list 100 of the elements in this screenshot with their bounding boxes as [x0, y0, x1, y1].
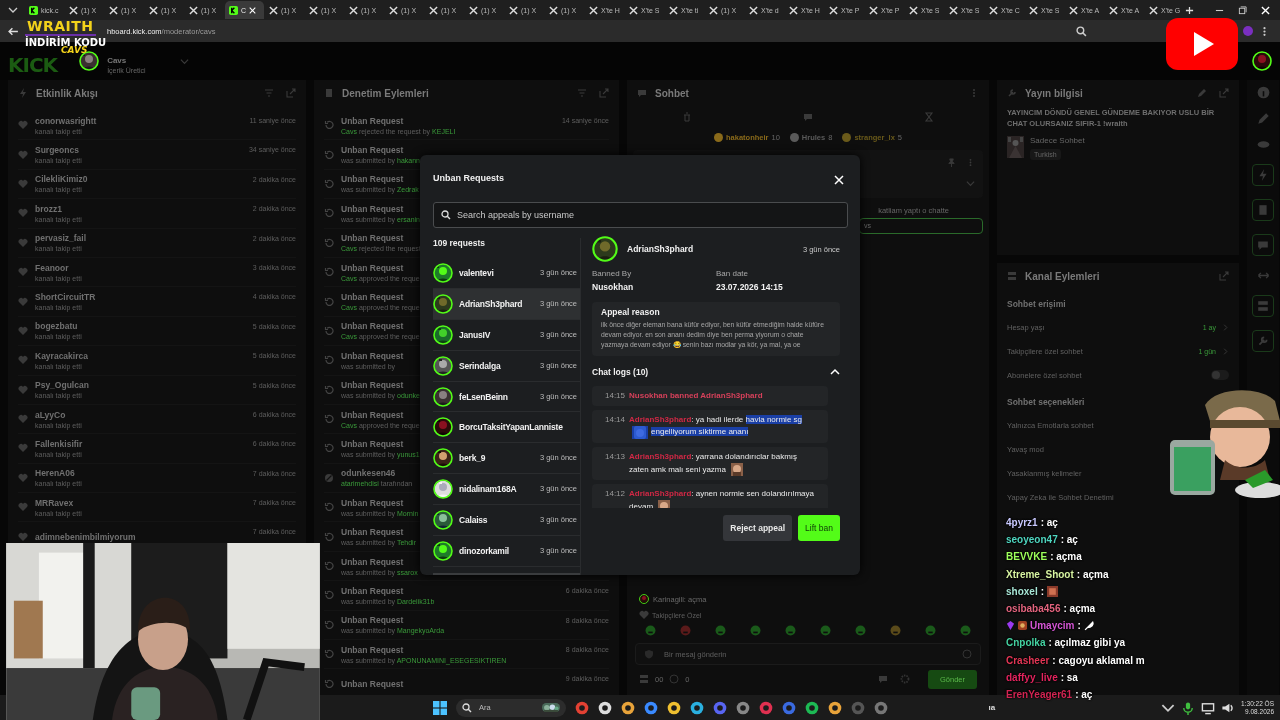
x-logo-icon	[669, 5, 678, 15]
emote-icon[interactable]	[715, 624, 726, 636]
x-logo-icon	[269, 5, 278, 15]
settings-icon[interactable]	[899, 674, 910, 684]
request-item[interactable]: BorcuTaksitYapanLanniste	[433, 412, 580, 444]
app-icon[interactable]	[690, 700, 704, 715]
chevron-right-icon[interactable]	[1222, 323, 1229, 331]
reject-button[interactable]: Reject appeal	[723, 514, 793, 541]
category-name[interactable]: Sadece Sohbet	[1030, 135, 1085, 145]
app-icon[interactable]	[805, 700, 819, 715]
field-label: Ban date	[716, 269, 750, 278]
chat-username: 4pyrz1	[1006, 517, 1038, 529]
close-icon[interactable]	[249, 6, 257, 14]
popout-icon[interactable]	[1219, 271, 1229, 281]
follower-name: Feanoor	[35, 262, 70, 273]
trash-icon[interactable]	[682, 112, 693, 122]
log-time: 14:14	[605, 413, 626, 426]
action-title: Unban Request	[341, 321, 405, 332]
heart-icon	[18, 384, 28, 395]
chat-icon[interactable]	[877, 674, 888, 684]
windows-logo-icon[interactable]	[433, 700, 447, 715]
username: JanusIV	[459, 329, 491, 340]
edit-icon[interactable]	[1256, 112, 1270, 125]
new-tab-icon[interactable]	[1185, 5, 1194, 15]
points-icon	[639, 674, 649, 684]
search-icon	[441, 210, 451, 220]
emote-icon[interactable]	[820, 624, 831, 636]
app-icon[interactable]	[828, 700, 842, 715]
chat-message: : açma	[1050, 551, 1082, 563]
emote-icon[interactable]	[960, 624, 971, 636]
undo-icon	[324, 296, 334, 307]
promo-code: CAVS	[61, 46, 88, 55]
bolt-icon[interactable]	[1252, 164, 1274, 186]
action-title: Unban Request	[341, 678, 404, 689]
chevron-right-icon[interactable]	[1222, 347, 1229, 355]
hourglass-icon[interactable]	[923, 112, 934, 122]
follower-name: Fallenkisifir	[35, 439, 83, 449]
edit-icon[interactable]	[1197, 88, 1207, 98]
section-heading: Chat logs (10)	[592, 366, 649, 377]
app-icon[interactable]	[644, 700, 658, 715]
popout-icon[interactable]	[286, 88, 296, 98]
tab-list-icon[interactable]	[8, 5, 18, 15]
appeal-label: Appeal reason	[601, 307, 661, 317]
action-title: Unban Request	[341, 174, 405, 185]
x-logo-icon	[1109, 5, 1118, 15]
app-icon[interactable]	[621, 700, 635, 715]
emote-icon[interactable]	[750, 624, 761, 636]
emoji-icon[interactable]	[962, 649, 972, 659]
action-title: Unban Request	[341, 145, 405, 156]
heart-icon	[18, 414, 28, 425]
emote-icon[interactable]	[890, 624, 901, 636]
chat-message: : açılmaz gibi ya	[1048, 637, 1126, 649]
username: BorcuTaksitYapanLanniste	[459, 422, 563, 433]
stack-icon[interactable]	[1252, 295, 1274, 317]
emote-icon[interactable]	[855, 624, 866, 636]
doc-icon	[324, 88, 334, 98]
popout-icon[interactable]	[1219, 88, 1229, 98]
x-logo-icon	[389, 5, 398, 15]
chat-icon[interactable]	[1252, 234, 1274, 256]
chat-username: Umaycim	[1030, 620, 1075, 632]
chat-username: ErenYeager61	[1006, 688, 1073, 700]
chevron-down-icon[interactable]	[179, 56, 189, 66]
restore-icon[interactable]	[1238, 5, 1247, 15]
microphone-icon[interactable]	[1181, 700, 1196, 715]
info-icon[interactable]	[1256, 86, 1270, 99]
lift-ban-button[interactable]: Lift ban	[798, 514, 840, 541]
search-field[interactable]: Search appeals by username	[455, 209, 840, 221]
eye-icon[interactable]	[1256, 138, 1270, 151]
toggle-switch[interactable]	[1211, 370, 1229, 380]
feather-icon	[1083, 620, 1095, 632]
emote-icon[interactable]	[785, 624, 796, 636]
x-logo-icon	[549, 5, 558, 15]
document-icon[interactable]	[1252, 199, 1274, 221]
chevron-down-icon[interactable]	[966, 179, 975, 188]
popout-icon[interactable]	[599, 88, 609, 98]
panel-title: Yayın bilgisi	[1025, 87, 1083, 99]
zoom-icon[interactable]	[1076, 25, 1087, 37]
emote-icon[interactable]	[645, 624, 656, 636]
follower-name: HerenA06	[35, 468, 76, 479]
close-icon[interactable]	[1261, 5, 1270, 15]
log-event: Nusokhan banned AdrianSh3phard	[629, 389, 763, 402]
x-logo-icon	[309, 5, 318, 15]
search-field[interactable]: Search appeals by username	[433, 202, 848, 228]
app-icon[interactable]	[667, 700, 681, 715]
emote-icon[interactable]	[925, 624, 936, 636]
heart-icon	[18, 443, 28, 454]
app-icon[interactable]	[598, 700, 612, 715]
field-value: 23.07.2026 14:15	[716, 282, 784, 292]
pin-icon[interactable]	[947, 158, 956, 167]
action-title: Unban Request	[341, 292, 405, 303]
network-icon[interactable]	[1201, 700, 1216, 715]
x-logo-icon	[829, 5, 838, 15]
panel-title: Denetim Eylemleri	[342, 87, 429, 99]
undo-icon	[324, 384, 334, 395]
undo-icon	[324, 325, 334, 336]
profile-avatar[interactable]	[1243, 26, 1253, 36]
chat-icon[interactable]	[803, 112, 813, 122]
back-arrow-icon[interactable]	[8, 25, 19, 37]
wrench-icon[interactable]	[1252, 330, 1274, 352]
emote-icon[interactable]	[680, 624, 691, 636]
